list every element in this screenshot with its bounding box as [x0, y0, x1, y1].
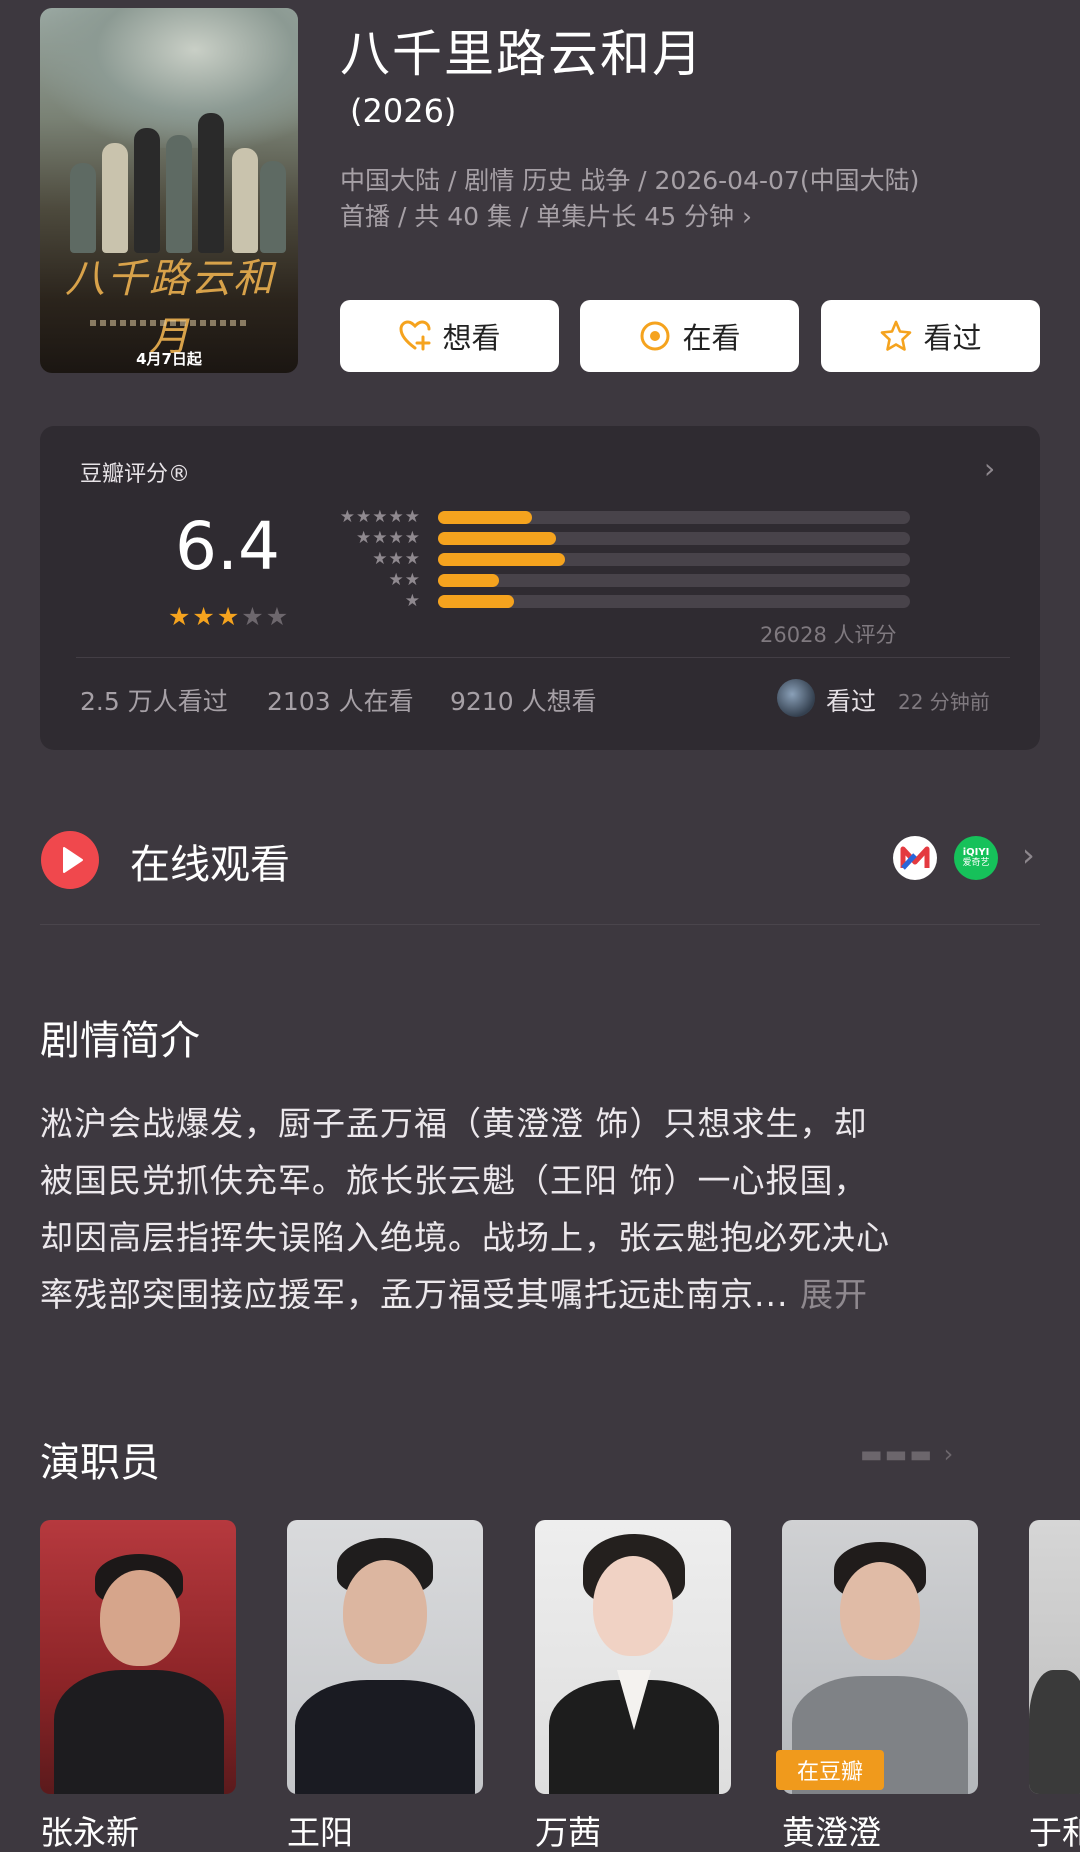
poster-date: 4月7日起 — [136, 350, 202, 368]
star-small-icon: ★ — [339, 507, 355, 527]
synopsis-line: 却因高层指挥失误陷入绝境。战场上，张云魁抱必死决心 — [40, 1218, 890, 1257]
star-small-icon: ★ — [404, 528, 420, 548]
vote-count: 26028 人评分 — [760, 623, 897, 647]
distribution-bar-track — [438, 532, 910, 545]
star-small-icon: ★ — [404, 507, 420, 527]
meta-line-1: 中国大陆 / 剧情 历史 战争 / 2026-04-07(中国大陆) — [340, 166, 920, 195]
distribution-stars-5: ★ ★ ★ ★ ★ — [330, 507, 420, 527]
distribution-stars-1: ★ — [330, 591, 420, 611]
star-filled-icon: ★ — [192, 602, 215, 631]
friend-avatar[interactable] — [777, 679, 815, 717]
star-small-icon: ★ — [388, 507, 404, 527]
on-douban-badge: 在豆瓣 — [776, 1750, 884, 1790]
stat-watching[interactable]: 2103 人在看 — [267, 682, 414, 718]
cast-title: 演职员 — [40, 1440, 160, 1486]
distribution-bar-track — [438, 595, 910, 608]
distribution-stars-3: ★ ★ ★ — [330, 549, 420, 569]
star-small-icon: ★ — [356, 528, 372, 548]
star-small-icon: ★ — [404, 591, 420, 611]
divider — [76, 657, 1010, 658]
star-outline-icon — [881, 320, 912, 351]
star-empty-icon: ★ — [241, 602, 264, 631]
distribution-bar-2 — [438, 574, 499, 587]
star-small-icon: ★ — [372, 528, 388, 548]
star-small-icon: ★ — [388, 570, 404, 590]
movie-meta[interactable]: 中国大陆 / 剧情 历史 战争 / 2026-04-07(中国大陆) 首播 / … — [340, 163, 1040, 235]
iqiyi-app-icon[interactable]: iQIYI 爱奇艺 — [954, 836, 998, 880]
friend-status: 看过 — [826, 687, 877, 716]
star-small-icon: ★ — [388, 549, 404, 569]
divider — [40, 924, 1040, 925]
distribution-stars-2: ★ ★ — [330, 570, 421, 590]
friend-time: 22 分钟前 — [898, 690, 990, 714]
star-filled-icon: ★ — [216, 602, 240, 631]
distribution-bar-4 — [438, 532, 556, 545]
cast-photo[interactable] — [287, 1520, 483, 1794]
poster-calligraphy: 八千路云和月 — [65, 256, 275, 360]
heart-plus-icon — [399, 320, 431, 351]
synopsis-line: 淞沪会战爆发，厨子孟万福（黄澄澄 饰）只想求生，却 — [40, 1104, 868, 1143]
star-small-icon: ★ — [404, 570, 420, 590]
distribution-bar-track — [438, 511, 910, 524]
rating-stars: ★ ★ ★ ★ ★ — [168, 604, 288, 629]
iqiyi-logo-text: iQIYI — [962, 847, 990, 858]
meta-line-2: 首播 / 共 40 集 / 单集片长 45 分钟 › — [340, 202, 752, 231]
star-small-icon: ★ — [356, 507, 372, 527]
chevron-right-icon[interactable]: › — [984, 452, 995, 485]
chevron-right-icon[interactable]: ▬▬▬ › — [860, 1440, 955, 1468]
distribution-stars-4: ★ ★ ★ ★ — [330, 528, 420, 548]
star-empty-icon: ★ — [265, 602, 289, 631]
star-small-icon: ★ — [372, 507, 388, 527]
stat-watched[interactable]: 2.5 万人看过 — [80, 682, 228, 718]
page-title: 八千里路云和月 — [340, 25, 704, 83]
iqiyi-logo-sub: 爱奇艺 — [962, 858, 990, 868]
cast-name[interactable]: 王阳 — [287, 1806, 353, 1852]
release-year: (2026) — [350, 92, 457, 130]
m-app-icon[interactable] — [893, 836, 937, 880]
want-button[interactable]: 想看 — [340, 300, 559, 372]
star-small-icon: ★ — [404, 549, 420, 569]
expand-link[interactable]: 展开 — [800, 1275, 868, 1314]
distribution-bar-track — [438, 553, 910, 566]
cast-photo[interactable] — [535, 1520, 731, 1794]
distribution-bar-track — [438, 574, 910, 587]
watching-button[interactable]: 在看 — [580, 300, 799, 372]
cast-name[interactable]: 于和 — [1029, 1806, 1080, 1852]
star-filled-icon: ★ — [168, 602, 191, 631]
rating-score: 6.4 — [175, 508, 280, 585]
distribution-bar-3 — [438, 553, 565, 566]
synopsis-line: 被国民党抓伕充军。旅长张云魁（王阳 饰）一心报国， — [40, 1161, 868, 1200]
stat-want[interactable]: 9210 人想看 — [450, 682, 597, 718]
cast-name[interactable]: 万茜 — [535, 1806, 601, 1852]
chevron-right-icon[interactable]: › — [1022, 836, 1035, 874]
rating-source-label: 豆瓣评分® — [80, 462, 191, 487]
cast-name[interactable]: 张永新 — [40, 1806, 139, 1852]
online-watch-title[interactable]: 在线观看 — [130, 832, 290, 890]
cast-photo[interactable] — [1029, 1520, 1080, 1794]
watched-button[interactable]: 看过 — [821, 300, 1040, 372]
cast-photo[interactable] — [40, 1520, 236, 1794]
synopsis-text[interactable]: 淞沪会战爆发，厨子孟万福（黄澄澄 饰）只想求生，却 被国民党抓伕充军。旅长张云魁… — [40, 1095, 1050, 1323]
play-icon — [41, 831, 99, 889]
star-small-icon: ★ — [388, 528, 404, 548]
distribution-bar-5 — [438, 511, 532, 524]
poster-image[interactable]: 八千路云和月 4月7日起 — [40, 8, 298, 373]
target-icon — [640, 321, 670, 351]
want-label: 想看 — [442, 321, 501, 355]
cast-name[interactable]: 黄澄澄 — [782, 1806, 881, 1852]
synopsis-title: 剧情简介 — [40, 1018, 200, 1064]
watching-label: 在看 — [682, 321, 741, 355]
distribution-bar-1 — [438, 595, 514, 608]
watched-label: 看过 — [923, 321, 982, 355]
star-small-icon: ★ — [372, 549, 388, 569]
synopsis-line: 率残部突围接应援军，孟万福受其嘱托远赴南京... — [40, 1275, 789, 1314]
